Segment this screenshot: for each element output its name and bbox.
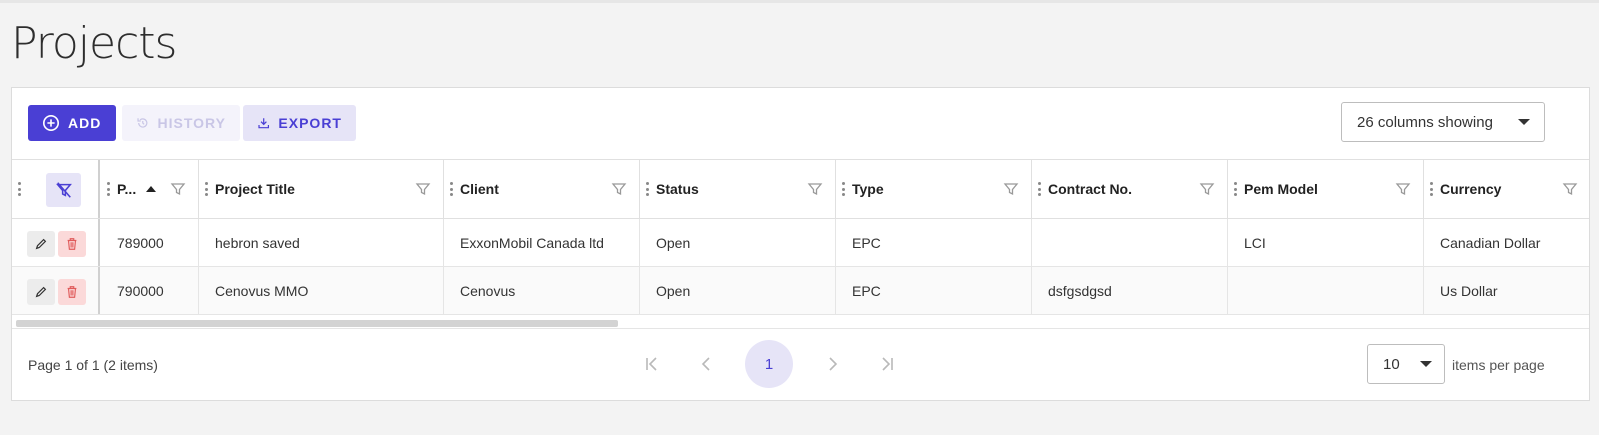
header-label: Status	[656, 181, 699, 197]
drag-handle-icon[interactable]	[646, 182, 649, 196]
header-status[interactable]: Status	[640, 160, 836, 218]
cell-project-title: hebron saved	[199, 219, 444, 266]
horizontal-scrollbar[interactable]	[16, 320, 618, 327]
cell-currency: Us Dollar	[1440, 282, 1498, 299]
drag-handle-icon[interactable]	[18, 182, 21, 196]
filter-icon[interactable]	[1199, 181, 1215, 197]
header-currency[interactable]: Currency	[1424, 160, 1584, 218]
filter-icon[interactable]	[807, 181, 823, 197]
next-page-icon	[829, 357, 838, 371]
filter-icon[interactable]	[611, 181, 627, 197]
clear-filter-icon	[55, 182, 72, 198]
chevron-down-icon	[1518, 119, 1530, 125]
filter-icon[interactable]	[170, 181, 186, 197]
cell-type: EPC	[836, 267, 1032, 314]
cell-contract-no: dsfgsdgsd	[1032, 267, 1228, 314]
columns-showing-value: 26 columns showing	[1357, 113, 1493, 131]
drag-handle-icon[interactable]	[842, 182, 845, 196]
drag-handle-icon[interactable]	[450, 182, 453, 196]
prev-page-icon	[701, 357, 710, 371]
cell-status: Open	[640, 219, 836, 266]
drag-handle-icon[interactable]	[1430, 182, 1433, 196]
delete-button[interactable]	[58, 231, 86, 257]
projects-grid-panel: ADD HISTORY EXPORT 26 columns showing P.…	[11, 87, 1590, 401]
export-button-label: EXPORT	[278, 115, 342, 131]
cell-type: EPC	[836, 219, 1032, 266]
cell-client: Cenovus	[444, 267, 640, 314]
page-1-button[interactable]: 1	[745, 340, 793, 388]
cell-currency: Canadian Dollar	[1440, 234, 1541, 251]
history-button-label: HISTORY	[157, 115, 226, 131]
pencil-icon	[35, 286, 47, 298]
pencil-icon	[35, 238, 47, 250]
cell-pem-model: LCI	[1228, 219, 1424, 266]
header-pem-model[interactable]: Pem Model	[1228, 160, 1424, 218]
header-client[interactable]: Client	[444, 160, 640, 218]
cell-status: Open	[640, 267, 836, 314]
header-label: Client	[460, 181, 499, 197]
cell-project-title: Cenovus MMO	[199, 267, 444, 314]
history-icon	[137, 118, 148, 128]
cell-pem-model	[1228, 267, 1424, 314]
trash-icon	[67, 238, 77, 250]
page-info: Page 1 of 1 (2 items)	[28, 357, 158, 373]
cell-project-number: 790000	[101, 267, 199, 314]
header-label: Contract No.	[1048, 181, 1132, 197]
cell-contract-no	[1032, 219, 1228, 266]
drag-handle-icon[interactable]	[1234, 182, 1237, 196]
export-button[interactable]: EXPORT	[243, 105, 356, 141]
first-page-icon	[646, 357, 657, 371]
edit-button[interactable]	[27, 279, 55, 305]
table-row[interactable]: 790000 Cenovus MMO Cenovus Open EPC dsfg…	[12, 267, 1589, 315]
header-type[interactable]: Type	[836, 160, 1032, 218]
drag-handle-icon[interactable]	[205, 182, 208, 196]
trash-icon	[67, 286, 77, 298]
drag-handle-icon[interactable]	[1038, 182, 1041, 196]
prev-page-button[interactable]	[683, 340, 731, 388]
download-icon	[258, 118, 270, 129]
header-project-number[interactable]: P...	[101, 160, 199, 218]
last-page-button[interactable]	[863, 340, 911, 388]
header-label: Project Title	[215, 181, 295, 197]
grid-pager: Page 1 of 1 (2 items) 1 10 items per pag…	[12, 328, 1589, 401]
filter-icon[interactable]	[1395, 181, 1411, 197]
last-page-icon	[882, 357, 893, 371]
chevron-down-icon	[1420, 361, 1432, 367]
clear-filter-button[interactable]	[46, 173, 81, 207]
cell-project-number: 789000	[101, 219, 199, 266]
top-divider	[0, 0, 1599, 3]
filter-icon[interactable]	[1003, 181, 1019, 197]
row-actions-cell	[12, 219, 100, 266]
edit-button[interactable]	[27, 231, 55, 257]
page-title: Projects	[11, 18, 177, 69]
items-per-page-label: items per page	[1452, 357, 1545, 373]
add-button-label: ADD	[68, 115, 102, 131]
columns-showing-select[interactable]: 26 columns showing	[1341, 102, 1545, 142]
first-page-button[interactable]	[628, 340, 676, 388]
plus-circle-icon	[42, 114, 60, 132]
drag-handle-icon[interactable]	[107, 182, 110, 196]
delete-button[interactable]	[58, 279, 86, 305]
header-actions-cell	[12, 160, 100, 218]
history-button[interactable]: HISTORY	[122, 105, 240, 141]
row-actions-cell	[12, 267, 100, 314]
add-button[interactable]: ADD	[28, 105, 116, 141]
sort-ascending-icon[interactable]	[146, 186, 157, 192]
filter-icon[interactable]	[1562, 181, 1578, 197]
header-contract-no[interactable]: Contract No.	[1032, 160, 1228, 218]
header-label: Currency	[1440, 181, 1502, 197]
header-label: Type	[852, 181, 884, 197]
header-project-title[interactable]: Project Title	[199, 160, 444, 218]
grid-toolbar: ADD HISTORY EXPORT 26 columns showing	[12, 88, 1589, 158]
items-per-page-select[interactable]: 10	[1367, 344, 1445, 384]
filter-icon[interactable]	[415, 181, 431, 197]
items-per-page-value: 10	[1383, 355, 1400, 373]
table-row[interactable]: 789000 hebron saved ExxonMobil Canada lt…	[12, 219, 1589, 267]
header-label: P...	[117, 181, 137, 197]
next-page-button[interactable]	[808, 340, 856, 388]
table-header-row: P... Project Title Client Status Type Co…	[12, 159, 1589, 219]
header-label: Pem Model	[1244, 181, 1318, 197]
cell-client: ExxonMobil Canada ltd	[444, 219, 640, 266]
projects-table: P... Project Title Client Status Type Co…	[12, 159, 1589, 316]
